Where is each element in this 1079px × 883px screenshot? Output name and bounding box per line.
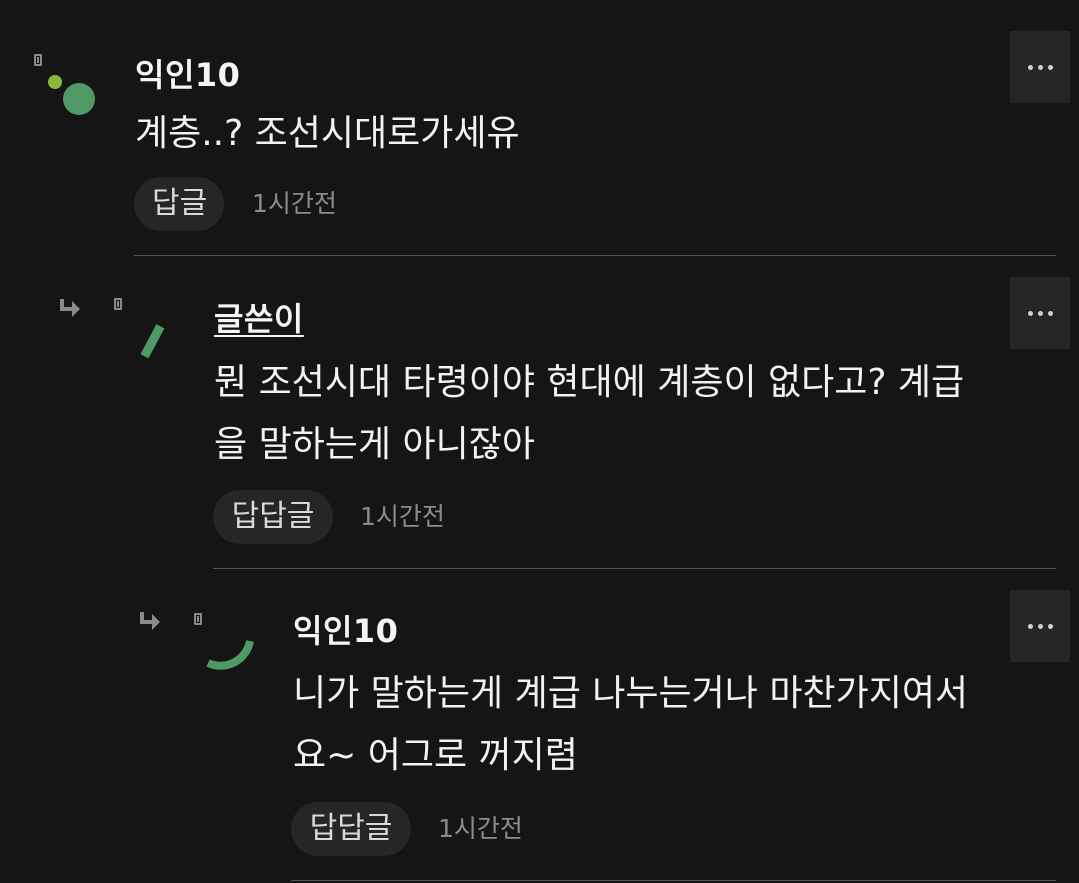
reply-button[interactable]: 답답글 [291, 802, 411, 856]
more-options-button[interactable] [1010, 590, 1070, 662]
reply-arrow-icon [136, 610, 162, 634]
comment-3: 익인10 니가 말하는게 계급 나누는거나 마찬가지여서 요~ 어그로 꺼지렴 … [0, 0, 1079, 883]
comment-thread: 익인10 계층..? 조선시대로가세유 답글 1시간전 글쓴이 뭔 조선시대 타… [0, 0, 1079, 883]
more-horizontal-icon [1027, 623, 1053, 629]
comment-author[interactable]: 익인10 [293, 606, 398, 652]
comment-body: 니가 말하는게 계급 나누는거나 마찬가지여서 요~ 어그로 꺼지렴 [293, 673, 969, 776]
avatar[interactable] [198, 615, 278, 695]
divider [291, 880, 1056, 881]
comment-timestamp: 1시간전 [438, 814, 523, 843]
